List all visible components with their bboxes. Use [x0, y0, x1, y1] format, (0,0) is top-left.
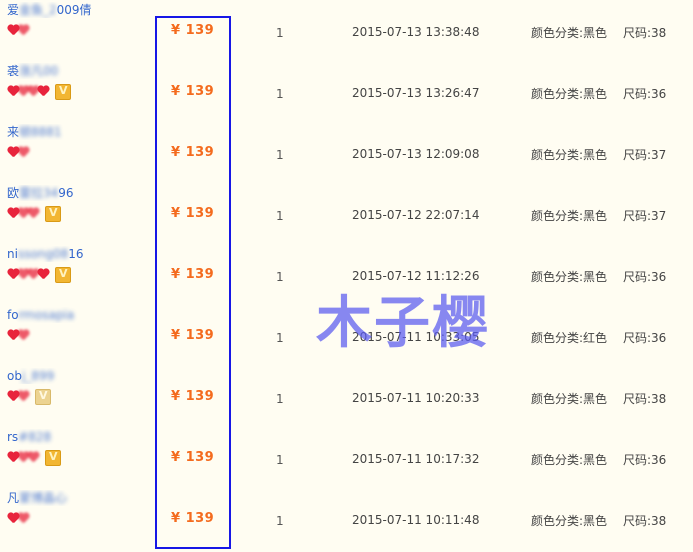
size: 尺码:38: [623, 26, 667, 40]
quantity: 1: [276, 392, 284, 406]
buyer-credit-rating: [7, 20, 147, 38]
vip-badge-icon: [35, 388, 51, 405]
heart-icon: [37, 269, 49, 280]
buyer-name-link[interactable]: 欧雷拉3496: [7, 185, 147, 201]
price: ¥ 139: [171, 145, 215, 160]
transaction-time: 2015-07-11 10:11:48: [352, 513, 480, 527]
buyer-cell: formosapia: [7, 307, 147, 343]
table-row: 欧雷拉3496 ¥ 139 1 2015-07-12 22:07:14 颜色分类…: [0, 183, 693, 244]
table-row: 凡蒙博晶心 ¥ 139 1 2015-07-11 10:11:48 颜色分类:黑…: [0, 488, 693, 549]
table-row: formosapia ¥ 139 1 2015-07-11 10:33:05 颜…: [0, 305, 693, 366]
buyer-cell: obj_899: [7, 368, 147, 405]
buyer-credit-rating: [7, 81, 147, 100]
buyer-cell: 裘涨凡00: [7, 63, 147, 100]
table-row: nissong0816 ¥ 139 1 2015-07-12 11:12:26 …: [0, 244, 693, 305]
buyer-credit-rating: [7, 386, 147, 405]
buyer-cell: nissong0816: [7, 246, 147, 283]
quantity: 1: [276, 514, 284, 528]
heart-icon: [17, 513, 29, 524]
price: ¥ 139: [171, 450, 215, 465]
size: 尺码:37: [623, 148, 667, 162]
heart-icon: [17, 25, 29, 36]
table-row: 裘涨凡00 ¥ 139 1 2015-07-13 13:26:47 颜色分类:黑…: [0, 61, 693, 122]
color-category: 颜色分类:黑色: [531, 514, 608, 528]
buyer-name-link[interactable]: obj_899: [7, 368, 147, 384]
buyer-name-link[interactable]: nissong0816: [7, 246, 147, 262]
color-category: 颜色分类:黑色: [531, 270, 608, 284]
vip-badge-icon: [55, 83, 71, 100]
buyer-credit-rating: [7, 203, 147, 222]
size: 尺码:37: [623, 209, 667, 223]
size: 尺码:36: [623, 270, 667, 284]
quantity: 1: [276, 453, 284, 467]
transaction-time: 2015-07-13 13:38:48: [352, 25, 480, 39]
quantity: 1: [276, 26, 284, 40]
price: ¥ 139: [171, 267, 215, 282]
price: ¥ 139: [171, 206, 215, 221]
price: ¥ 139: [171, 84, 215, 99]
size: 尺码:38: [623, 392, 667, 406]
size: 尺码:36: [623, 453, 667, 467]
color-category: 颜色分类:黑色: [531, 87, 608, 101]
quantity: 1: [276, 331, 284, 345]
table-row: obj_899 ¥ 139 1 2015-07-11 10:20:33 颜色分类…: [0, 366, 693, 427]
color-category: 颜色分类:黑色: [531, 209, 608, 223]
heart-icon: [37, 86, 49, 97]
buyer-credit-rating: [7, 264, 147, 283]
buyer-credit-rating: [7, 447, 147, 466]
buyer-credit-rating: [7, 325, 147, 343]
buyer-cell: 凡蒙博晶心: [7, 490, 147, 526]
vip-badge-icon: [45, 205, 61, 222]
vip-badge-icon: [55, 266, 71, 283]
color-category: 颜色分类:黑色: [531, 453, 608, 467]
transaction-time: 2015-07-13 12:09:08: [352, 147, 480, 161]
size: 尺码:36: [623, 331, 667, 345]
price: ¥ 139: [171, 328, 215, 343]
vip-badge-icon: [45, 449, 61, 466]
price: ¥ 139: [171, 389, 215, 404]
quantity: 1: [276, 209, 284, 223]
buyer-credit-rating: [7, 142, 147, 160]
quantity: 1: [276, 148, 284, 162]
color-category: 颜色分类:黑色: [531, 392, 608, 406]
size: 尺码:38: [623, 514, 667, 528]
heart-icon: [17, 391, 29, 402]
transaction-time: 2015-07-13 13:26:47: [352, 86, 480, 100]
buyer-credit-rating: [7, 508, 147, 526]
buyer-name-link[interactable]: rs#828: [7, 429, 147, 445]
color-category: 颜色分类:黑色: [531, 26, 608, 40]
price: ¥ 139: [171, 511, 215, 526]
color-category: 颜色分类:黑色: [531, 148, 608, 162]
heart-icon: [17, 330, 29, 341]
buyer-name-link[interactable]: 来顿8881: [7, 124, 147, 140]
table-row: 爱金鱼_2009倩 ¥ 139 1 2015-07-13 13:38:48 颜色…: [0, 0, 693, 61]
buyer-name-link[interactable]: 爱金鱼_2009倩: [7, 2, 147, 18]
buyer-name-link[interactable]: 凡蒙博晶心: [7, 490, 147, 506]
quantity: 1: [276, 87, 284, 101]
buyer-cell: 欧雷拉3496: [7, 185, 147, 222]
transaction-time: 2015-07-11 10:20:33: [352, 391, 480, 405]
transaction-time: 2015-07-12 22:07:14: [352, 208, 480, 222]
buyer-cell: 来顿8881: [7, 124, 147, 160]
color-category: 颜色分类:红色: [531, 331, 608, 345]
buyer-name-link[interactable]: 裘涨凡00: [7, 63, 147, 79]
quantity: 1: [276, 270, 284, 284]
transaction-time: 2015-07-11 10:33:05: [352, 330, 480, 344]
buyer-cell: rs#828: [7, 429, 147, 466]
transaction-time: 2015-07-11 10:17:32: [352, 452, 480, 466]
transaction-record-table: 爱金鱼_2009倩 ¥ 139 1 2015-07-13 13:38:48 颜色…: [0, 0, 693, 552]
heart-icon: [27, 452, 39, 463]
heart-icon: [17, 147, 29, 158]
size: 尺码:36: [623, 87, 667, 101]
transaction-time: 2015-07-12 11:12:26: [352, 269, 480, 283]
table-row: rs#828 ¥ 139 1 2015-07-11 10:17:32 颜色分类:…: [0, 427, 693, 488]
buyer-name-link[interactable]: formosapia: [7, 307, 147, 323]
buyer-cell: 爱金鱼_2009倩: [7, 2, 147, 38]
heart-icon: [27, 208, 39, 219]
table-row: 来顿8881 ¥ 139 1 2015-07-13 12:09:08 颜色分类:…: [0, 122, 693, 183]
price: ¥ 139: [171, 23, 215, 38]
